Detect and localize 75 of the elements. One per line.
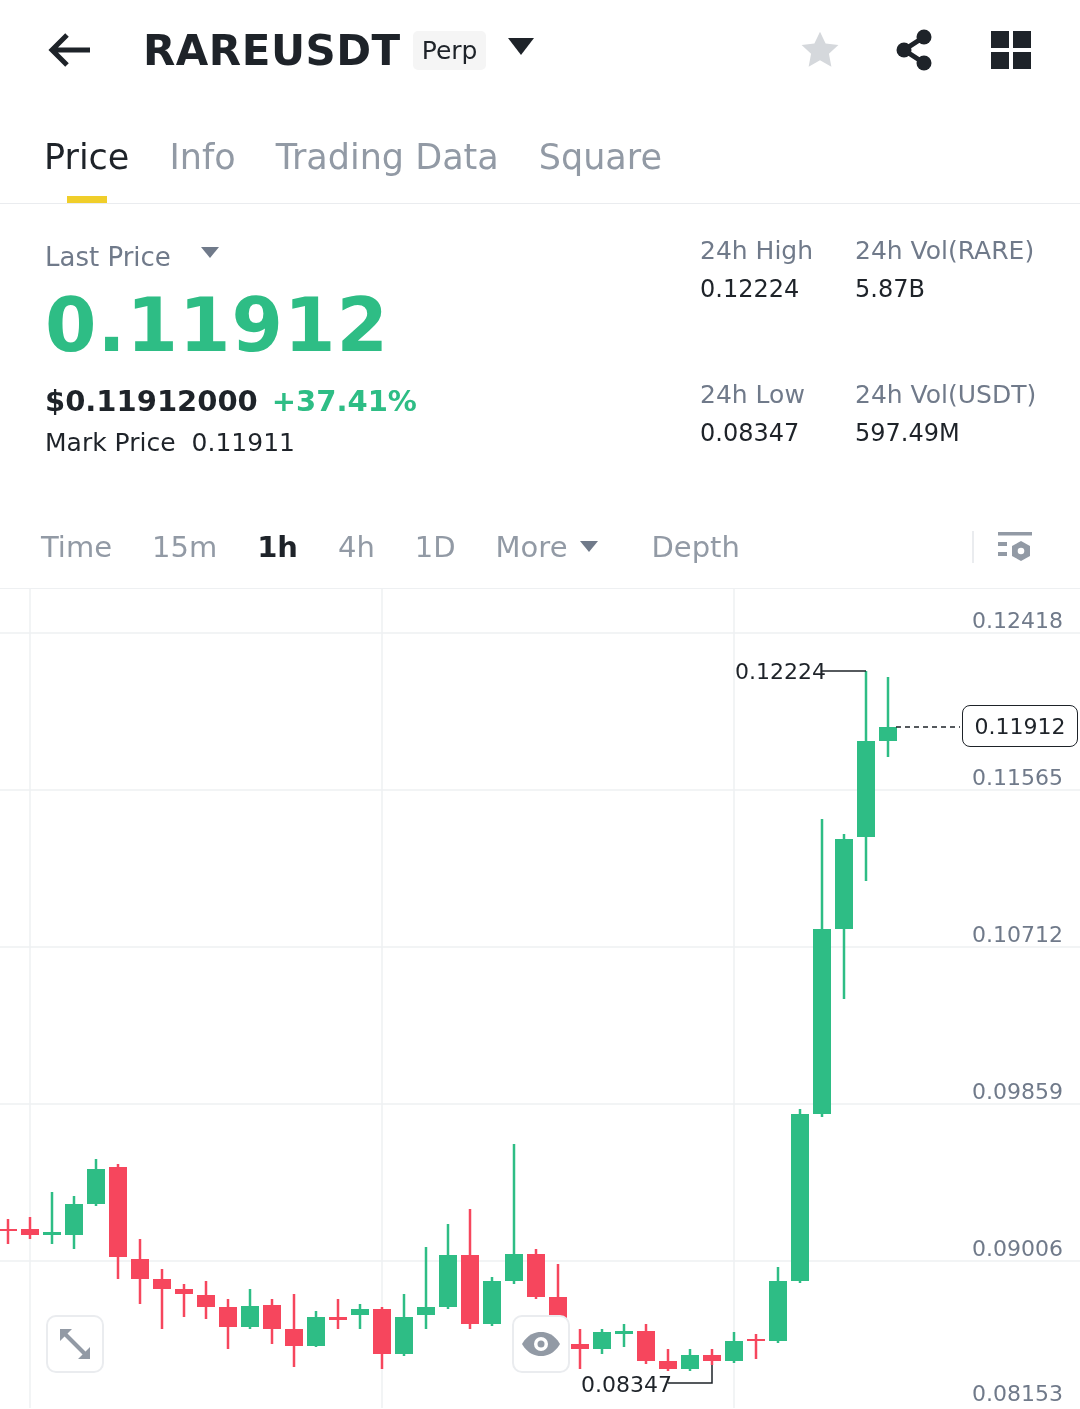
current-price-tag: 0.11912 — [962, 705, 1078, 747]
candle — [219, 1299, 237, 1349]
depth-tab[interactable]: Depth — [651, 529, 740, 564]
eye-icon — [521, 1331, 561, 1357]
candle — [329, 1299, 347, 1329]
candle — [43, 1192, 61, 1244]
candle — [241, 1289, 259, 1329]
tab[interactable]: Square — [538, 137, 662, 203]
low-price-label: 0.08347 — [581, 1372, 672, 1397]
price-axis-label: 0.10712 — [972, 922, 1063, 947]
candle — [593, 1329, 611, 1354]
grid-icon[interactable] — [991, 31, 1031, 69]
candle — [131, 1239, 149, 1304]
candle — [307, 1311, 325, 1347]
candle — [681, 1349, 699, 1371]
candle — [373, 1307, 391, 1369]
stat-value: 0.12224 — [700, 275, 801, 303]
mark-price-value: 0.11911 — [191, 428, 295, 457]
stat-label: 24h Low — [700, 379, 806, 409]
interval-tab[interactable]: 4h — [337, 529, 375, 564]
candle — [65, 1196, 83, 1249]
stat-value: 597.49M — [855, 418, 961, 447]
visibility-button[interactable] — [512, 1315, 570, 1373]
price-axis-label: 0.08153 — [972, 1381, 1063, 1406]
candle — [527, 1249, 545, 1299]
stat-value: 0.08347 — [700, 418, 801, 447]
price-axis-label: 0.11565 — [972, 765, 1063, 790]
candle — [703, 1349, 721, 1365]
price-axis-label: 0.12418 — [972, 608, 1063, 633]
candle — [659, 1349, 677, 1371]
leader-line — [895, 726, 961, 728]
interval-tab[interactable]: 15m — [152, 529, 218, 564]
tab[interactable]: Price — [44, 137, 130, 203]
fullscreen-button[interactable] — [46, 1315, 104, 1373]
high-price-label: 0.12224 — [735, 659, 826, 684]
price-change: +37.41% — [271, 384, 417, 418]
chart-settings-icon[interactable] — [998, 531, 1032, 562]
candle — [197, 1281, 215, 1319]
last-price-value: 0.11912 — [45, 288, 391, 362]
stat-label: 24h Vol(USDT) — [855, 379, 1038, 409]
leader-line — [821, 670, 867, 672]
usd-price: $0.11912000 — [45, 384, 258, 418]
candle — [571, 1329, 589, 1369]
caret-icon — [579, 540, 598, 553]
candle — [637, 1324, 655, 1364]
interval-tab[interactable]: 1h — [257, 529, 298, 564]
contract-badge: Perp — [412, 30, 487, 70]
tab[interactable]: Info — [169, 137, 236, 203]
candle — [725, 1332, 743, 1363]
stat-value: 5.87B — [855, 275, 926, 303]
more-menu[interactable]: More — [495, 529, 598, 564]
stat-label: 24h High — [700, 236, 815, 265]
mark-price-label: Mark Price — [45, 428, 176, 457]
price-axis-label: 0.09859 — [972, 1079, 1063, 1104]
interval-tab[interactable]: Time — [41, 529, 112, 564]
candle — [747, 1334, 765, 1359]
candle — [153, 1269, 171, 1329]
interval-tab[interactable]: 1D — [414, 529, 456, 564]
expand-icon — [58, 1327, 92, 1361]
pair-title: RAREUSDT — [143, 25, 401, 75]
candle — [263, 1299, 281, 1344]
tab[interactable]: Trading Data — [275, 137, 499, 203]
price-axis-label: 0.09006 — [972, 1236, 1063, 1261]
candle — [483, 1277, 501, 1326]
candle — [0, 1219, 17, 1244]
candle — [615, 1324, 633, 1347]
last-price-label[interactable]: Last Price — [45, 242, 171, 272]
stat-label: 24h Vol(RARE) — [855, 236, 1036, 265]
caret-icon[interactable] — [508, 38, 535, 56]
candle — [21, 1217, 39, 1239]
candle — [87, 1159, 105, 1206]
candle — [395, 1294, 413, 1356]
candle — [351, 1304, 369, 1329]
candle — [175, 1284, 193, 1317]
back-arrow-icon[interactable] — [48, 32, 92, 68]
